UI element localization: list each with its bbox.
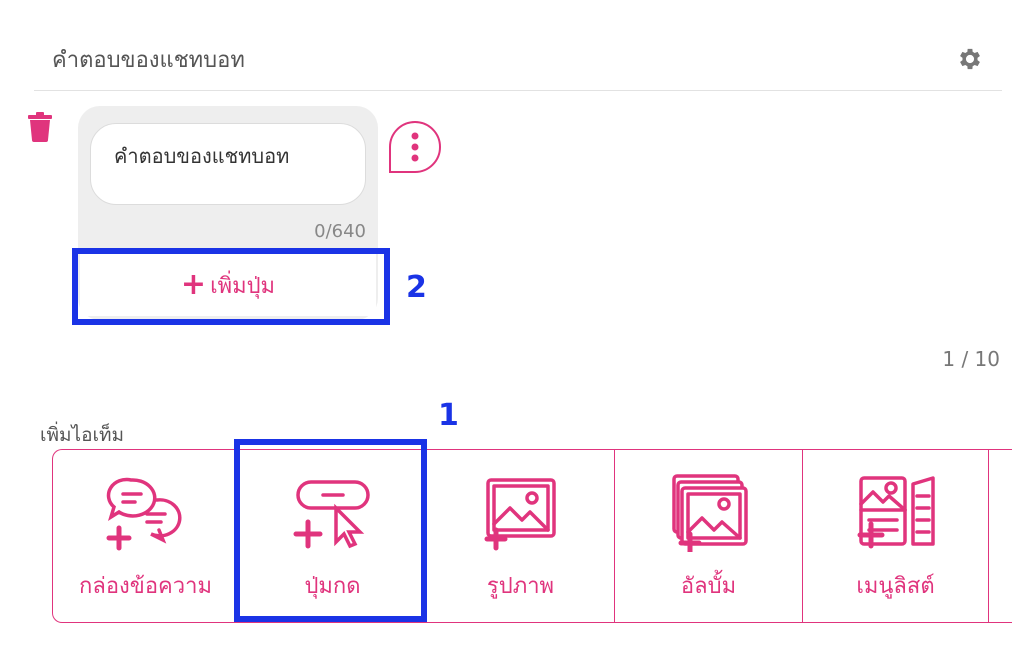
item-menu-list-label: เมนูลิสต์ <box>856 574 935 599</box>
more-options-icon[interactable] <box>386 120 444 174</box>
trash-icon[interactable] <box>27 112 53 142</box>
char-counter: 0/640 <box>314 221 366 242</box>
item-text-box-label: กล่องข้อความ <box>79 574 212 599</box>
add-item-label: เพิ่มไอเท็ม <box>40 424 125 446</box>
gear-icon[interactable] <box>956 45 984 73</box>
image-icon <box>484 478 556 551</box>
plus-icon: + <box>180 267 207 302</box>
item-image-label: รูปภาพ <box>486 574 555 599</box>
item-album-label: อัลบั้ม <box>680 574 737 599</box>
message-textarea-value: คำตอบของแชทบอท <box>114 144 290 168</box>
chat-bubbles-icon <box>106 477 181 551</box>
menu-list-icon <box>857 476 935 549</box>
item-button-label: ปุ่มกด <box>304 574 361 599</box>
page-title: คำตอบของแชทบอท <box>52 48 245 73</box>
add-item-toolbar: กล่องข้อความ ปุ่มกด รูปภาพ อัลบั้ม เมนูล… <box>52 449 1012 623</box>
item-menu-list[interactable]: เมนูลิสต์ <box>803 450 989 622</box>
add-button[interactable]: + เพิ่มปุ่ม <box>80 254 376 316</box>
item-image[interactable]: รูปภาพ <box>427 450 615 622</box>
album-icon <box>671 474 748 552</box>
header-divider <box>34 90 1002 91</box>
add-button-label: เพิ่มปุ่ม <box>210 273 276 299</box>
item-album[interactable]: อัลบั้ม <box>615 450 803 622</box>
button-cursor-icon <box>293 480 370 549</box>
pager: 1 / 10 <box>942 347 1000 371</box>
item-text-box[interactable]: กล่องข้อความ <box>53 450 239 622</box>
item-button[interactable]: ปุ่มกด <box>239 450 427 622</box>
highlight-label-1: 1 <box>438 398 459 433</box>
highlight-label-2: 2 <box>406 270 427 305</box>
